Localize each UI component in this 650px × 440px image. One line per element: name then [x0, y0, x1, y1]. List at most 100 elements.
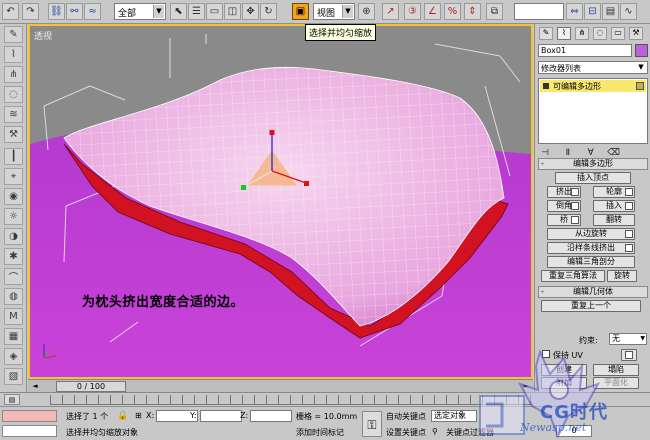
stack-item-editable-poly[interactable]: 可编辑多边形 — [540, 80, 646, 92]
preserve-uv-settings-button[interactable] — [621, 349, 637, 361]
utilities-tab-icon[interactable]: ⚒ — [629, 27, 643, 40]
y-coordinate-field[interactable] — [200, 410, 242, 422]
auto-key-button[interactable]: 自动关键点 — [386, 411, 426, 422]
select-scale-icon[interactable]: ▣ — [292, 3, 309, 20]
spinner-snap-icon[interactable]: ⇕ — [464, 3, 481, 20]
next-frame-icon[interactable]: ► — [521, 381, 531, 392]
lock-selection-icon[interactable]: 🔒 — [117, 410, 129, 422]
collapse-button[interactable]: 塌陷 — [593, 364, 639, 376]
select-object-icon[interactable]: ⬉ — [170, 3, 187, 20]
motion-icon[interactable]: ◌ — [4, 86, 23, 103]
rollout-edit-geometry[interactable]: - 编辑几何体 — [538, 286, 648, 298]
attach-button[interactable]: 附加 — [541, 377, 587, 389]
perspective-viewport[interactable]: 透视 为枕头挤出宽度合适的边。 — [28, 24, 533, 379]
retriangulate-button[interactable]: 重复三角算法 — [541, 270, 605, 282]
particle-icon[interactable]: ✱ — [4, 248, 23, 265]
create-tab-icon[interactable]: ✎ — [539, 27, 553, 40]
pivot-center-icon[interactable]: ⊕ — [358, 3, 375, 20]
settings-icon[interactable] — [625, 244, 633, 252]
rollout-edit-poly[interactable]: - 编辑多边形 — [538, 158, 648, 170]
select-rotate-icon[interactable]: ↻ — [260, 3, 277, 20]
modify-tab-icon[interactable]: ⌇ — [557, 27, 571, 40]
repeat-last-button[interactable]: 重复上一个 — [541, 300, 641, 312]
display-tab-icon[interactable]: ▭ — [611, 27, 625, 40]
create-icon[interactable]: ✎ — [4, 26, 23, 43]
time-slider-thumb[interactable]: 0 / 100 — [56, 381, 126, 392]
redo-icon[interactable]: ↷ — [22, 3, 39, 20]
select-move-icon[interactable]: ✥ — [242, 3, 259, 20]
settings-icon[interactable] — [625, 202, 633, 210]
align-icon[interactable]: ⊟ — [584, 3, 601, 20]
angle-snap-icon[interactable]: ∠ — [424, 3, 441, 20]
key-selection-set-dropdown[interactable]: 选定对象 — [431, 410, 477, 422]
modify-icon[interactable]: ⌇ — [4, 46, 23, 63]
extrude-along-spline-button[interactable]: 沿样条线挤出 — [547, 242, 635, 254]
viewport-label[interactable]: 透视 — [34, 29, 52, 42]
settings-icon[interactable] — [571, 216, 579, 224]
preserve-uv-checkbox[interactable] — [542, 350, 550, 358]
mini-curve-editor-icon[interactable]: ▤ — [4, 394, 20, 405]
flip-button[interactable]: 翻转 — [593, 214, 635, 226]
bridge-button[interactable]: 桥 — [547, 214, 581, 226]
settings-icon[interactable] — [625, 230, 633, 238]
display-icon[interactable]: ≋ — [4, 106, 23, 123]
extrude-button[interactable]: 挤出 — [547, 186, 581, 198]
material-editor-icon[interactable]: ◍ — [4, 288, 23, 305]
camera-icon[interactable]: ◉ — [4, 188, 23, 205]
constraints-dropdown[interactable]: 无 ▼ — [609, 333, 647, 345]
settings-icon[interactable] — [571, 202, 579, 210]
hierarchy-tab-icon[interactable]: ⋔ — [575, 27, 589, 40]
render-icon[interactable]: ▦ — [4, 328, 23, 345]
insert-vertex-button[interactable]: 插入顶点 — [555, 172, 631, 184]
named-selection-icon[interactable]: ⧉ — [486, 3, 503, 20]
curve-editor-icon[interactable]: ∿ — [620, 3, 637, 20]
layer-manager-icon[interactable]: ▤ — [602, 3, 619, 20]
select-link-icon[interactable]: ⛓ — [48, 3, 65, 20]
render-setup-icon[interactable]: M — [4, 308, 23, 325]
select-by-name-icon[interactable]: ☰ — [188, 3, 205, 20]
object-color-swatch[interactable] — [635, 44, 648, 57]
motion-tab-icon[interactable]: ◌ — [593, 27, 607, 40]
inset-button[interactable]: 插入 — [593, 200, 635, 212]
hinge-from-edge-button[interactable]: 从边旋转 — [547, 228, 635, 240]
outline-button[interactable]: 轮廓 — [593, 186, 635, 198]
add-time-tag[interactable]: 添加时间标记 — [296, 427, 344, 438]
z-coordinate-field[interactable] — [250, 410, 292, 422]
bind-spacewarp-icon[interactable]: ≈ — [84, 3, 101, 20]
key-icon[interactable]: ⚲ — [432, 426, 444, 438]
object-name-field[interactable]: Box01 — [538, 44, 632, 57]
key-filters-button[interactable]: 关键点过滤器 — [446, 427, 494, 438]
reference-coordinate-dropdown[interactable]: 视图 ▼ — [313, 3, 355, 20]
maxscript-listener-field[interactable] — [2, 410, 57, 422]
bone-icon[interactable]: ┃ — [4, 148, 23, 165]
create-button[interactable]: 创建 — [541, 364, 587, 376]
helper-icon[interactable]: ⌖ — [4, 168, 23, 185]
settings-icon[interactable] — [625, 188, 633, 196]
undo-icon[interactable]: ↶ — [2, 3, 19, 20]
maxscript-output-field[interactable] — [2, 425, 57, 437]
planarize-button[interactable]: 平面化 — [593, 377, 639, 389]
environment-icon[interactable]: ▧ — [4, 368, 23, 385]
window-crossing-icon[interactable]: ◫ — [224, 3, 241, 20]
spacewarp-icon[interactable]: ⌒ — [4, 268, 23, 285]
utilities-icon[interactable]: ⚒ — [4, 126, 23, 143]
settings-icon[interactable] — [571, 188, 579, 196]
selection-filter-dropdown[interactable]: 全部 ▼ — [114, 3, 166, 20]
snap-3d-icon[interactable]: ③ — [404, 3, 421, 20]
key-mode-icon[interactable]: ⚿ — [362, 411, 382, 437]
set-key-button[interactable]: 设置关键点 — [386, 427, 426, 438]
rect-selection-icon[interactable]: ▭ — [206, 3, 223, 20]
select-manipulate-icon[interactable]: ↗ — [382, 3, 399, 20]
edit-triangulation-button[interactable]: 编辑三角剖分 — [547, 256, 635, 268]
quick-render-icon[interactable]: ◈ — [4, 348, 23, 365]
light-icon[interactable]: ☼ — [4, 208, 23, 225]
lightbulb-icon[interactable] — [543, 83, 549, 89]
percent-snap-icon[interactable]: % — [444, 3, 461, 20]
mirror-icon[interactable]: ⇔ — [566, 3, 583, 20]
hierarchy-icon[interactable]: ⋔ — [4, 66, 23, 83]
unlink-icon[interactable]: ⚯ — [66, 3, 83, 20]
turn-button[interactable]: 旋转 — [607, 270, 637, 282]
modifier-list-dropdown[interactable]: 修改器列表 ▼ — [538, 61, 648, 74]
shape-icon[interactable]: ◑ — [4, 228, 23, 245]
named-selection-set-field[interactable] — [514, 3, 564, 20]
